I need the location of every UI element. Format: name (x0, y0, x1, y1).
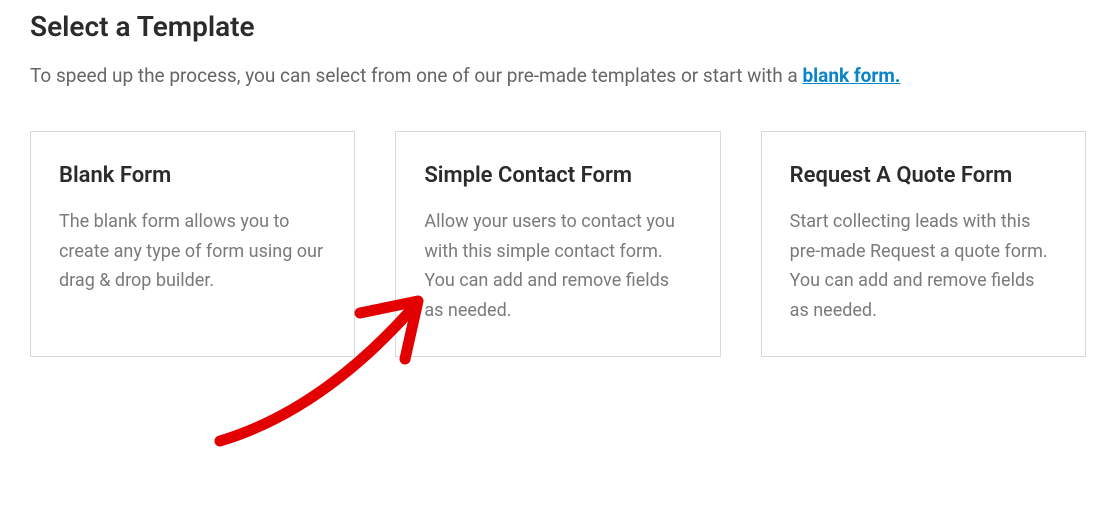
intro-text: To speed up the process, you can select … (30, 61, 1086, 91)
template-card-description: Allow your users to contact you with thi… (424, 207, 691, 326)
template-card-request-quote-form[interactable]: Request A Quote Form Start collecting le… (761, 131, 1086, 356)
template-card-description: The blank form allows you to create any … (59, 207, 326, 296)
template-card-blank-form[interactable]: Blank Form The blank form allows you to … (30, 131, 355, 356)
template-card-description: Start collecting leads with this pre-mad… (790, 207, 1057, 326)
page-title: Select a Template (30, 10, 1086, 43)
template-card-title: Simple Contact Form (424, 162, 691, 191)
blank-form-link[interactable]: blank form. (802, 64, 900, 87)
template-grid: Blank Form The blank form allows you to … (30, 131, 1086, 356)
template-card-simple-contact-form[interactable]: Simple Contact Form Allow your users to … (395, 131, 720, 356)
template-card-title: Blank Form (59, 162, 326, 191)
template-card-title: Request A Quote Form (790, 162, 1057, 191)
intro-prefix: To speed up the process, you can select … (30, 64, 802, 87)
